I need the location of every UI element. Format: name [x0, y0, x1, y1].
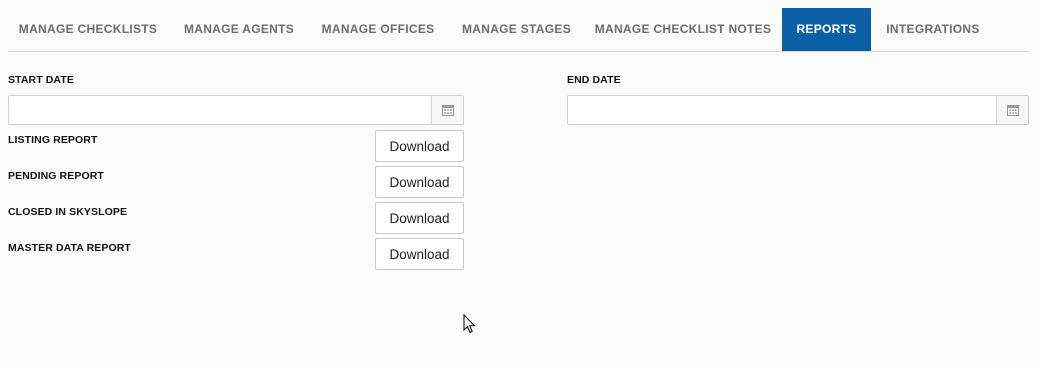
listing-report-label: LISTING REPORT [8, 134, 98, 146]
pending-report-label: PENDING REPORT [8, 170, 104, 182]
end-date-calendar-button[interactable] [996, 96, 1028, 124]
tab-manage-checklists[interactable]: MANAGE CHECKLISTS [8, 8, 168, 51]
start-date-input[interactable] [9, 96, 431, 124]
master-data-report-download-button[interactable]: Download [375, 238, 464, 270]
tab-manage-checklist-notes[interactable]: MANAGE CHECKLIST NOTES [585, 8, 781, 51]
calendar-icon [1006, 105, 1019, 116]
tab-manage-stages[interactable]: MANAGE STAGES [448, 8, 585, 51]
end-date-label: END DATE [567, 74, 621, 86]
pending-report-download-button[interactable]: Download [375, 166, 464, 198]
start-date-label: START DATE [8, 74, 74, 86]
master-data-report-label: MASTER DATA REPORT [8, 242, 131, 254]
closed-in-skyslope-label: CLOSED IN SKYSLOPE [8, 206, 128, 218]
tab-manage-agents[interactable]: MANAGE AGENTS [170, 8, 308, 51]
listing-report-download-button[interactable]: Download [375, 130, 464, 162]
calendar-icon [441, 105, 454, 116]
end-date-field [567, 95, 1029, 125]
start-date-field [8, 95, 464, 125]
closed-in-skyslope-download-button[interactable]: Download [375, 202, 464, 234]
tab-integrations[interactable]: INTEGRATIONS [873, 8, 993, 51]
start-date-calendar-button[interactable] [431, 96, 463, 124]
end-date-input[interactable] [568, 96, 996, 124]
tab-bar: MANAGE CHECKLISTS MANAGE AGENTS MANAGE O… [8, 8, 1029, 52]
tab-manage-offices[interactable]: MANAGE OFFICES [308, 8, 448, 51]
tab-reports[interactable]: REPORTS [782, 8, 871, 51]
mouse-pointer-icon [463, 314, 476, 334]
